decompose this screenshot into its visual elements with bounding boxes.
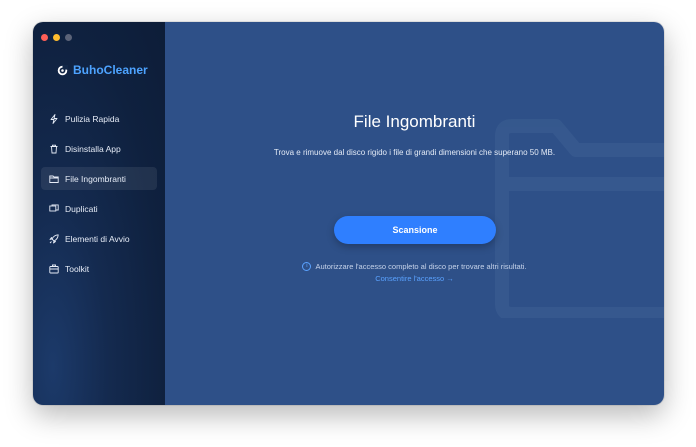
sidebar-item-pulizia-rapida[interactable]: Pulizia Rapida bbox=[41, 107, 157, 130]
app-logo: BuhoCleaner bbox=[57, 63, 148, 77]
sidebar: BuhoCleaner Pulizia Rapida Disinstalla A… bbox=[33, 22, 165, 405]
minimize-window-button[interactable] bbox=[53, 34, 60, 41]
sidebar-item-label: Toolkit bbox=[65, 263, 90, 274]
rocket-icon bbox=[49, 233, 59, 244]
window-controls bbox=[41, 34, 72, 41]
sidebar-item-toolkit[interactable]: Toolkit bbox=[41, 257, 157, 280]
buho-logo-icon bbox=[57, 64, 68, 75]
sidebar-item-file-ingombranti[interactable]: File Ingombranti bbox=[41, 167, 157, 190]
full-disk-access-notice: i Autorizzare l'accesso completo al disc… bbox=[165, 262, 664, 271]
toolkit-icon bbox=[49, 264, 59, 274]
zoom-window-button[interactable] bbox=[65, 34, 72, 41]
sidebar-item-disinstalla-app[interactable]: Disinstalla App bbox=[41, 137, 157, 160]
sidebar-item-label: File Ingombranti bbox=[65, 173, 126, 184]
lightning-icon bbox=[49, 113, 59, 124]
sidebar-item-duplicati[interactable]: Duplicati bbox=[41, 197, 157, 220]
sidebar-item-label: Disinstalla App bbox=[65, 143, 121, 154]
page-title: File Ingombranti bbox=[353, 112, 476, 131]
sidebar-item-label: Duplicati bbox=[65, 203, 98, 214]
duplicate-icon bbox=[49, 203, 59, 214]
scan-button[interactable]: Scansione bbox=[334, 216, 496, 244]
allow-access-link[interactable]: Consentire l'accesso → bbox=[165, 274, 664, 283]
sidebar-nav: Pulizia Rapida Disinstalla App File Ingo… bbox=[41, 107, 157, 287]
close-window-button[interactable] bbox=[41, 34, 48, 41]
app-name: BuhoCleaner bbox=[73, 63, 148, 77]
notice-text: Autorizzare l'accesso completo al disco … bbox=[315, 262, 527, 271]
sidebar-item-label: Elementi di Avvio bbox=[65, 233, 130, 244]
info-icon: i bbox=[302, 262, 312, 271]
app-window: BuhoCleaner Pulizia Rapida Disinstalla A… bbox=[33, 22, 664, 405]
page-description: Trova e rimuove dal disco rigido i file … bbox=[273, 148, 556, 157]
folder-icon bbox=[49, 174, 59, 184]
sidebar-item-label: Pulizia Rapida bbox=[65, 113, 120, 124]
sidebar-item-elementi-di-avvio[interactable]: Elementi di Avvio bbox=[41, 227, 157, 250]
trash-icon bbox=[49, 144, 59, 154]
main-content: File Ingombranti Trova e rimuove dal dis… bbox=[165, 22, 664, 405]
